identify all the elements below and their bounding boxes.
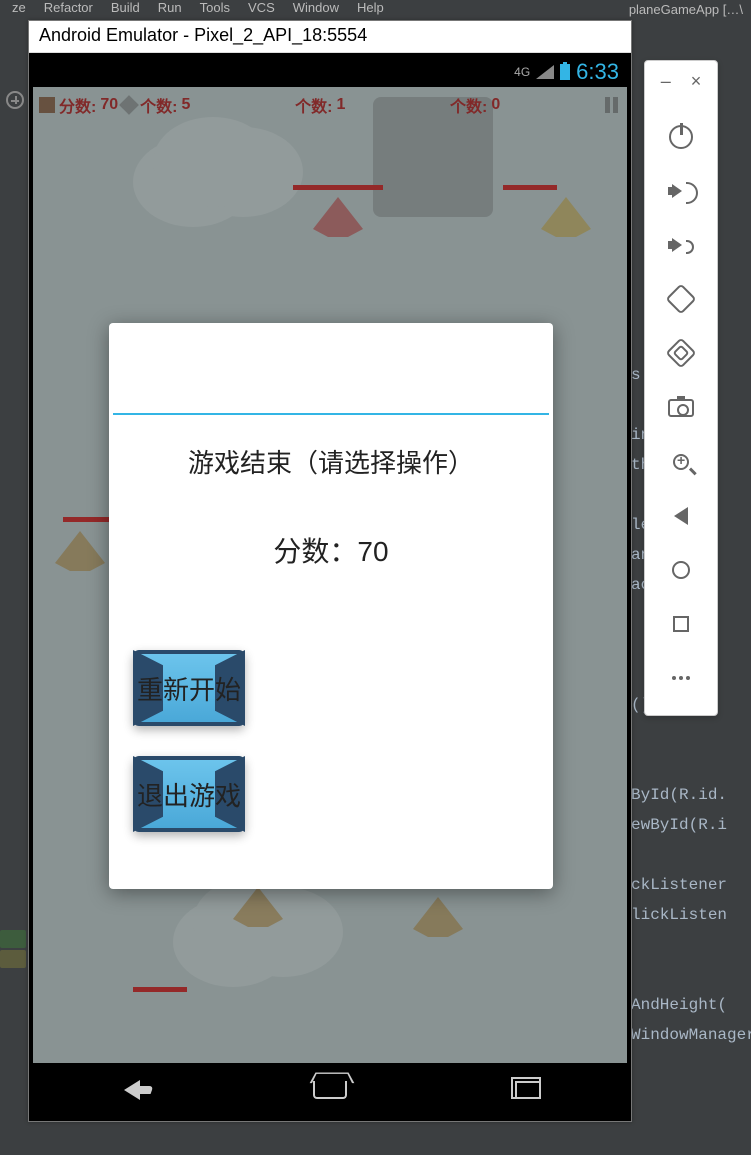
dialog-title: 游戏结束（请选择操作） [109,415,553,490]
network-label: 4G [514,65,530,79]
signal-icon [536,65,554,79]
emulator-toolbar: – × [644,60,718,716]
exit-button[interactable]: 退出游戏 [133,756,245,832]
android-status-bar: 4G 6:33 [33,57,627,87]
back-button[interactable] [660,498,702,534]
volume-down-button[interactable] [660,227,702,263]
ide-markers [0,930,26,970]
home-button[interactable] [660,552,702,588]
screenshot-button[interactable] [660,389,702,425]
close-button[interactable]: × [691,71,702,92]
ide-menu-item[interactable]: Run [158,0,182,15]
nav-home-button[interactable] [310,1075,350,1105]
ide-menu-item[interactable]: Window [293,0,339,15]
nav-recent-button[interactable] [508,1075,548,1105]
rotate-right-button[interactable] [660,335,702,371]
overview-button[interactable] [660,606,702,642]
device-bezel: 4G 6:33 分数: 70 个数: [29,53,631,1121]
dialog-score: 分数：70 [109,490,553,630]
minimize-button[interactable]: – [661,71,671,92]
rotate-left-button[interactable] [660,281,702,317]
power-button[interactable] [660,119,702,155]
game-over-dialog: 游戏结束（请选择操作） 分数：70 重新开始 退出游戏 [109,323,553,889]
android-nav-bar [33,1063,627,1117]
emulator-title-bar[interactable]: Android Emulator - Pixel_2_API_18:5554 [29,21,631,53]
ide-menu-item[interactable]: ze [12,0,26,15]
more-button[interactable] [660,660,702,696]
clock: 6:33 [576,59,619,85]
ide-menu-item[interactable]: Refactor [44,0,93,15]
ide-gutter-icon[interactable] [0,80,30,120]
battery-icon [560,64,570,80]
emulator-window: Android Emulator - Pixel_2_API_18:5554 4… [28,20,632,1122]
volume-up-button[interactable] [660,173,702,209]
ide-menu-item[interactable]: Build [111,0,140,15]
device-screen: 4G 6:33 分数: 70 个数: [33,57,627,1117]
zoom-button[interactable] [660,444,702,480]
ide-menu-item[interactable]: VCS [248,0,275,15]
restart-button[interactable]: 重新开始 [133,650,245,726]
nav-back-button[interactable] [112,1075,152,1105]
ide-project-tab[interactable]: planeGameApp […\ [621,0,751,19]
ide-menu-item[interactable]: Help [357,0,384,15]
ide-menu-item[interactable]: Tools [200,0,230,15]
